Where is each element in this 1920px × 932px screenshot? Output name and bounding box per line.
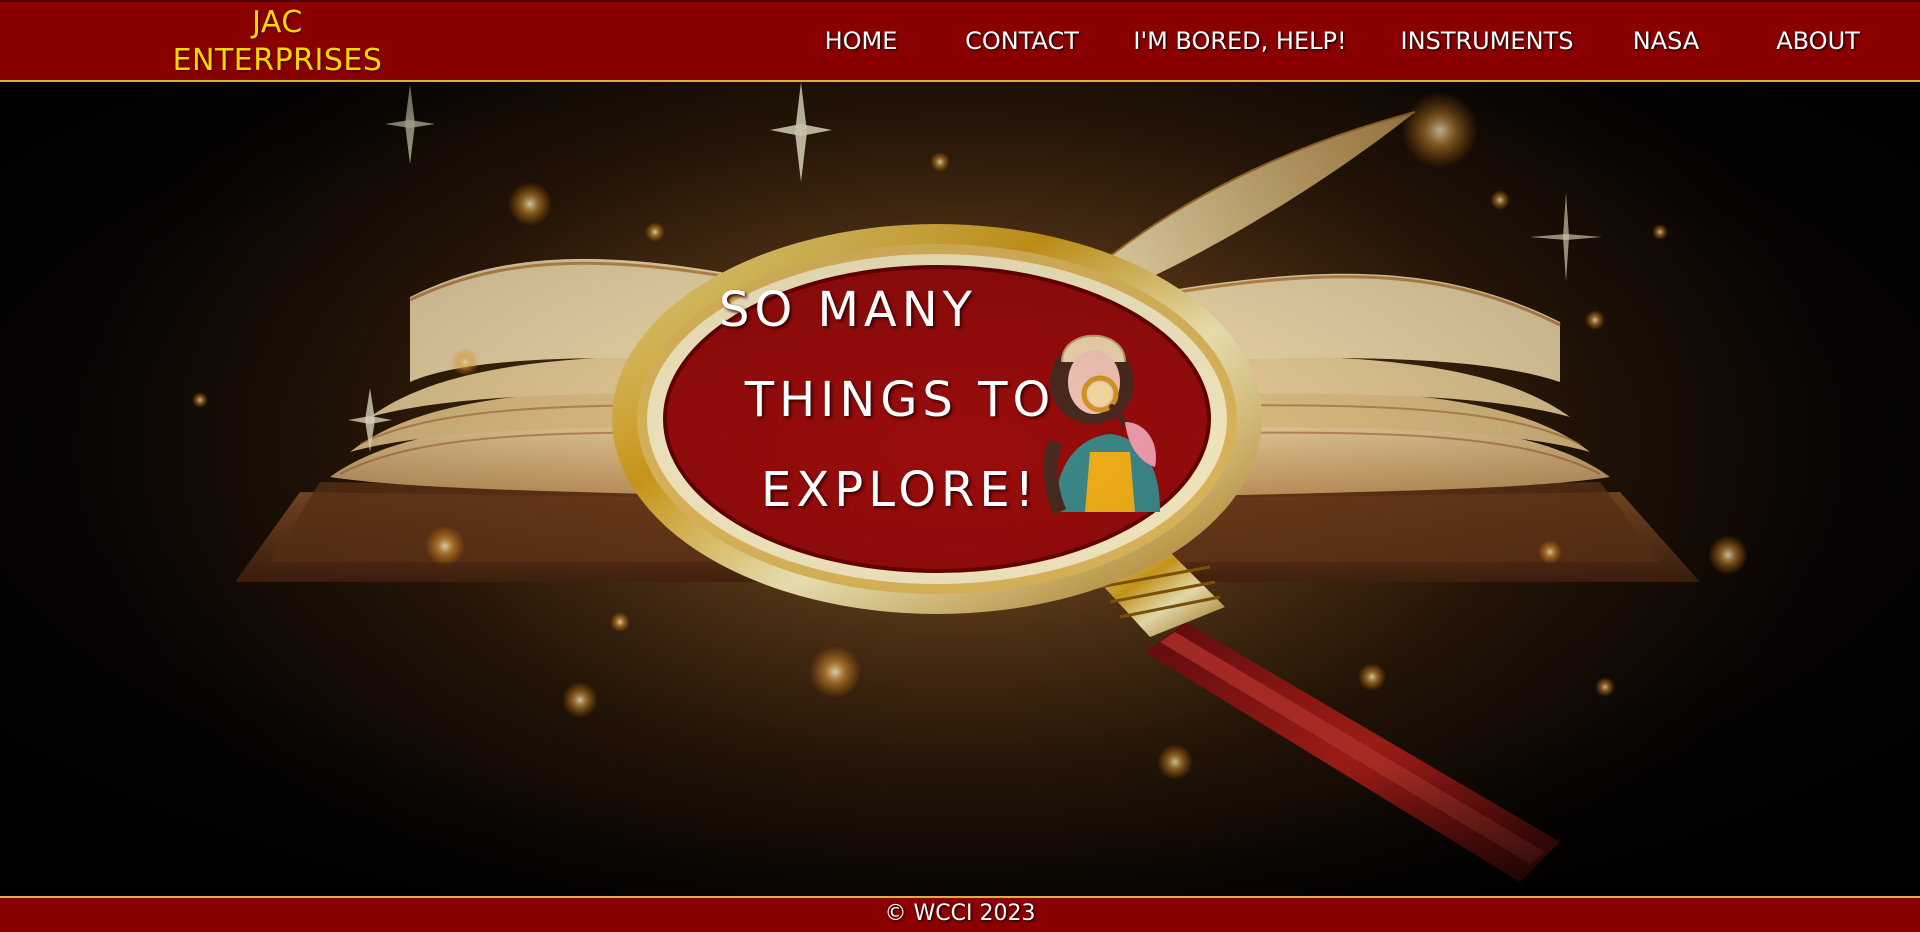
footer-copyright: © WCCI 2023 (884, 901, 1036, 926)
nav-about[interactable]: ABOUT (1776, 24, 1860, 58)
nav-instruments[interactable]: INSTRUMENTS (1401, 24, 1574, 58)
nav-home[interactable]: HOME (825, 24, 898, 58)
headline-line-3: EXPLORE! (761, 462, 1039, 518)
nav-im-bored[interactable]: I'M BORED, HELP! (1133, 24, 1346, 58)
brand-line-1: JAC (252, 5, 303, 40)
nav-contact[interactable]: CONTACT (965, 24, 1079, 58)
page: JAC ENTERPRISES HOME CONTACT I'M BORED, … (0, 0, 1920, 932)
brand-logo[interactable]: JAC ENTERPRISES (150, 4, 405, 80)
headline-line-1: SO MANY (719, 282, 977, 338)
headline-line-2: THINGS TO (744, 372, 1056, 428)
brand-line-2: ENTERPRISES (172, 43, 383, 78)
nav-nasa[interactable]: NASA (1633, 24, 1699, 58)
hero-banner: SO MANY THINGS TO EXPLORE! (0, 82, 1920, 896)
site-footer: © WCCI 2023 (0, 896, 1920, 932)
